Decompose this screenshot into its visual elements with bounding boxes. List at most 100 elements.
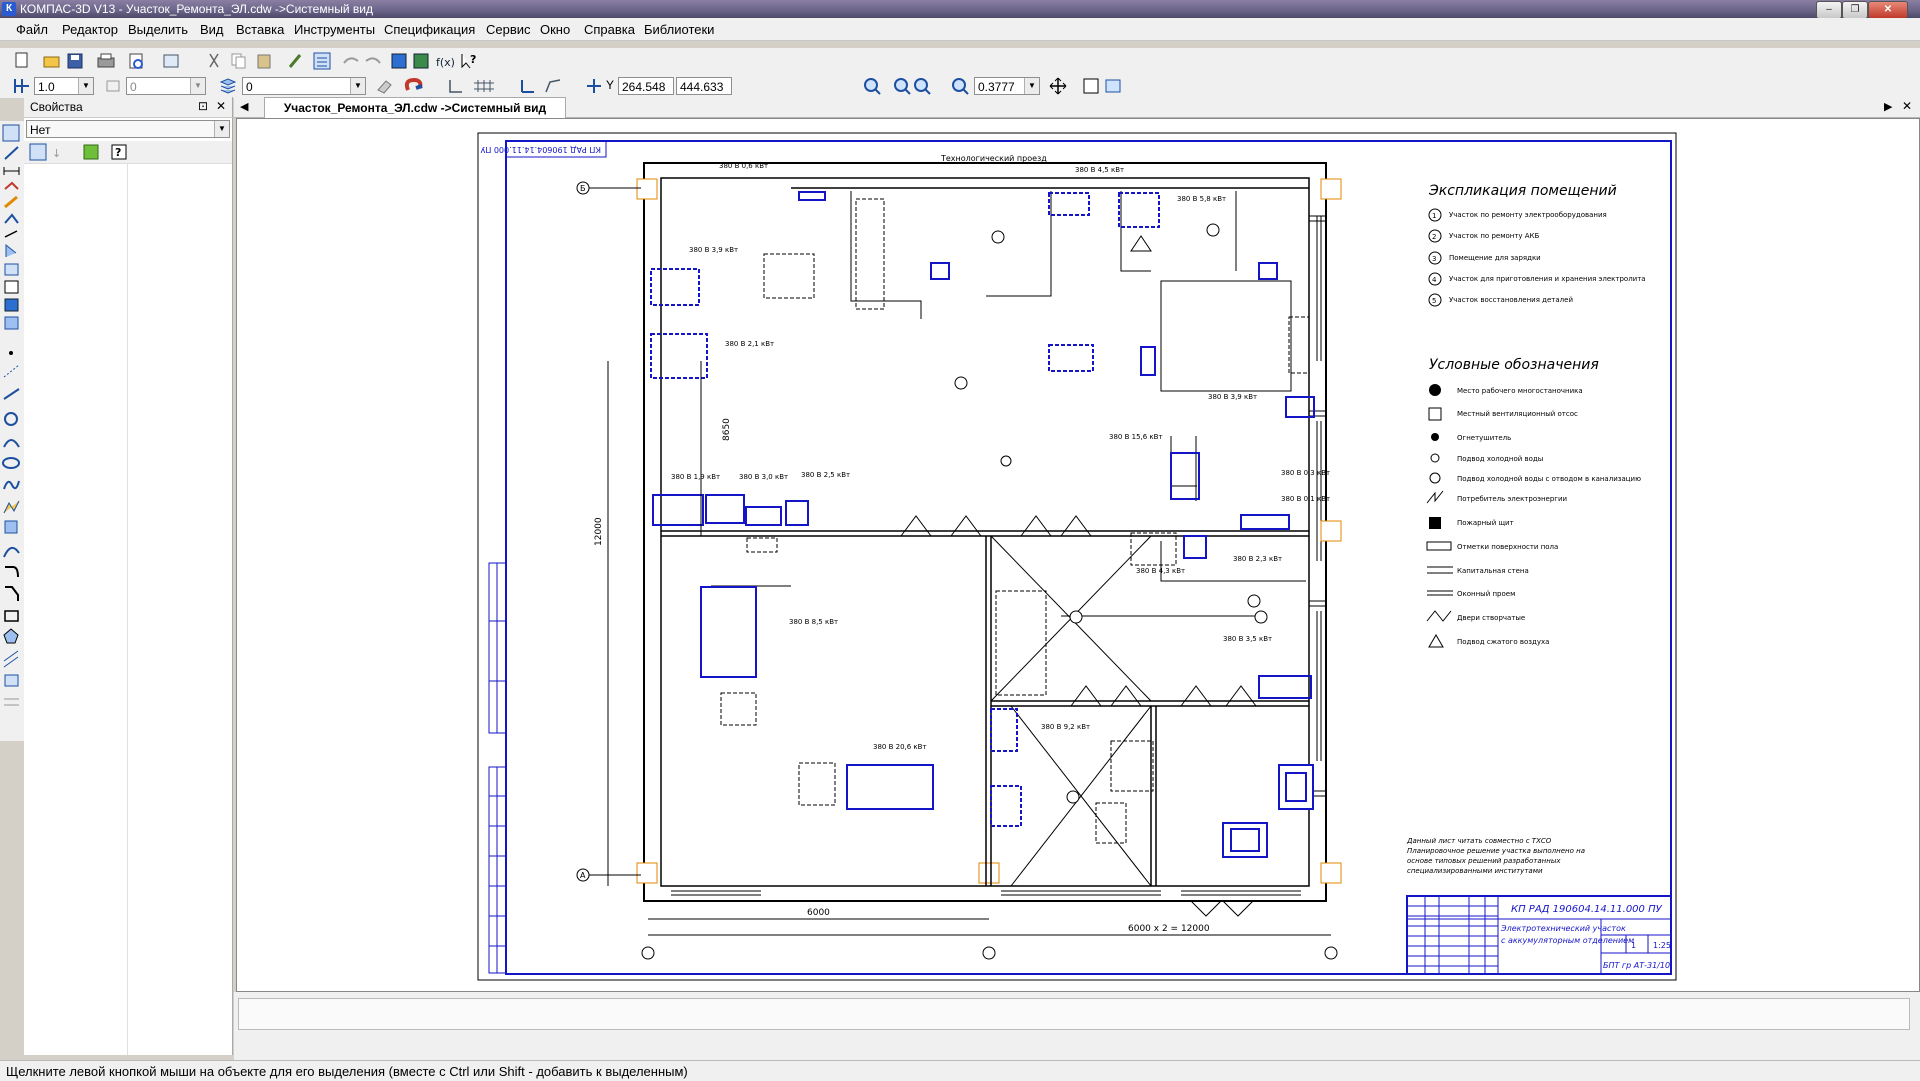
sort-icon[interactable]: ↓ [52, 147, 61, 160]
zoom-scale-icon[interactable] [952, 78, 969, 95]
zoom-in-icon[interactable] [894, 78, 911, 95]
polygon-icon[interactable] [3, 628, 19, 644]
drawing-canvas[interactable]: КП РАД 190604.14.11.000 ПУ Технологическ… [236, 118, 1920, 992]
menu-select[interactable]: Выделить [128, 22, 188, 37]
help-pointer-icon[interactable]: ? [461, 53, 476, 69]
spec-icon[interactable] [4, 280, 19, 294]
show-all-icon[interactable] [1083, 78, 1099, 94]
point-icon[interactable] [9, 351, 13, 355]
edit-icon[interactable] [4, 195, 18, 209]
variables-icon[interactable] [413, 53, 429, 69]
parameters-strip[interactable] [238, 998, 1910, 1030]
fillet-icon[interactable] [5, 566, 19, 578]
menu-view[interactable]: Вид [200, 22, 224, 37]
collect-contour-icon[interactable] [4, 674, 19, 687]
segment-icon[interactable] [3, 388, 20, 400]
selection-icon[interactable] [2, 124, 20, 142]
equidistant-icon[interactable] [3, 650, 19, 668]
save-icon[interactable] [67, 53, 83, 69]
menu-help[interactable]: Справка [584, 22, 635, 37]
drawing-svg[interactable]: КП РАД 190604.14.11.000 ПУ Технологическ… [237, 119, 1919, 991]
format-brush-icon[interactable] [288, 54, 302, 68]
chevron-down-icon[interactable]: ▼ [350, 78, 365, 94]
object-library-icon[interactable] [83, 144, 99, 160]
layers-icon[interactable] [218, 76, 238, 96]
ortho-icon[interactable] [449, 80, 462, 93]
menu-file[interactable]: Файл [16, 22, 48, 37]
properties-panel-icon[interactable] [313, 52, 331, 70]
open-folder-icon[interactable] [43, 56, 60, 68]
magnet-snap-icon[interactable] [404, 77, 423, 91]
chevron-down-icon[interactable]: ▼ [78, 78, 93, 94]
properties-object-select[interactable]: Нет ▼ [26, 120, 230, 138]
rectangle-icon[interactable] [4, 610, 19, 622]
geometry-icon[interactable] [4, 146, 19, 160]
tab-scroll-left-icon[interactable]: ◀ [240, 100, 248, 113]
eraser-icon[interactable] [377, 80, 392, 94]
manager-icon[interactable] [163, 54, 179, 68]
tab-close-icon[interactable]: ✕ [1902, 99, 1912, 113]
round-icon[interactable] [545, 79, 561, 93]
zoom-window-icon[interactable] [864, 78, 881, 95]
spline-icon[interactable] [3, 480, 20, 490]
ellipse-icon[interactable] [2, 457, 20, 469]
associative-views-icon[interactable] [4, 263, 19, 276]
pin-icon[interactable]: ⊡ [198, 99, 208, 113]
menu-specification[interactable]: Спецификация [384, 22, 475, 37]
chevron-down-icon[interactable]: ▼ [214, 121, 229, 137]
insert-icon[interactable] [4, 316, 19, 330]
menu-libraries[interactable]: Библиотеки [644, 22, 714, 37]
document-tab[interactable]: Участок_Ремонта_ЭЛ.cdw ->Системный вид [264, 97, 566, 118]
parametrization-icon[interactable] [4, 213, 19, 224]
coord-y-field[interactable]: 444.633 [676, 77, 732, 95]
minimize-button[interactable]: – [1816, 1, 1842, 19]
preview-icon[interactable] [129, 53, 143, 69]
kompas-app-icon[interactable]: К [2, 2, 16, 16]
step-icon[interactable] [104, 76, 124, 96]
bezier-icon[interactable] [3, 546, 20, 558]
menu-insert[interactable]: Вставка [236, 22, 284, 37]
pan-icon[interactable] [1049, 77, 1067, 95]
grid-icon[interactable] [474, 80, 494, 92]
help-icon[interactable]: ? [111, 144, 127, 160]
chevron-down-icon[interactable]: ▼ [190, 78, 205, 94]
zoom-out-icon[interactable] [914, 78, 931, 95]
more-tools-icon[interactable] [4, 698, 19, 706]
snap-grid-icon[interactable] [12, 76, 34, 96]
circle-icon[interactable] [4, 412, 18, 426]
copy-icon[interactable] [231, 53, 246, 69]
tab-scroll-right-icon[interactable]: ▶ [1884, 100, 1892, 113]
print-icon[interactable] [97, 53, 115, 68]
menu-tools[interactable]: Инструменты [294, 22, 375, 37]
function-icon[interactable]: f(x) [436, 56, 455, 69]
zoom-field[interactable]: 0.3777 ▼ [974, 77, 1040, 95]
undo-icon[interactable] [343, 57, 359, 64]
cursor-coords-icon[interactable] [584, 76, 604, 96]
step-field[interactable]: 0 ▼ [126, 77, 206, 95]
auxiliary-line-icon[interactable] [3, 364, 20, 378]
hatch-icon[interactable] [4, 520, 18, 534]
arc-icon[interactable] [3, 439, 20, 448]
designations-icon[interactable] [4, 181, 19, 190]
dimensions-icon[interactable] [3, 167, 20, 175]
chevron-down-icon[interactable]: ▼ [1024, 78, 1039, 94]
scale-field[interactable]: 1.0 ▼ [34, 77, 94, 95]
reports-icon[interactable] [4, 298, 19, 312]
coord-x-field[interactable]: 264.548 [618, 77, 674, 95]
new-document-icon[interactable] [15, 52, 28, 68]
close-panel-icon[interactable]: ✕ [216, 99, 226, 113]
layer-field[interactable]: 0 ▼ [242, 77, 366, 95]
tree-icon[interactable] [391, 53, 407, 69]
refresh-icon[interactable] [1105, 79, 1121, 93]
categorized-view-icon[interactable] [29, 143, 47, 161]
polyline-icon[interactable] [3, 500, 20, 514]
close-button[interactable]: ✕ [1868, 1, 1908, 19]
chamfer-icon[interactable] [5, 586, 19, 601]
select-icon[interactable] [5, 243, 17, 257]
menu-service[interactable]: Сервис [486, 22, 531, 37]
paste-icon[interactable] [257, 54, 271, 69]
local-cs-icon[interactable] [521, 80, 534, 93]
maximize-button[interactable]: ❐ [1842, 1, 1868, 19]
menu-window[interactable]: Окно [540, 22, 570, 37]
redo-icon[interactable] [365, 57, 381, 64]
